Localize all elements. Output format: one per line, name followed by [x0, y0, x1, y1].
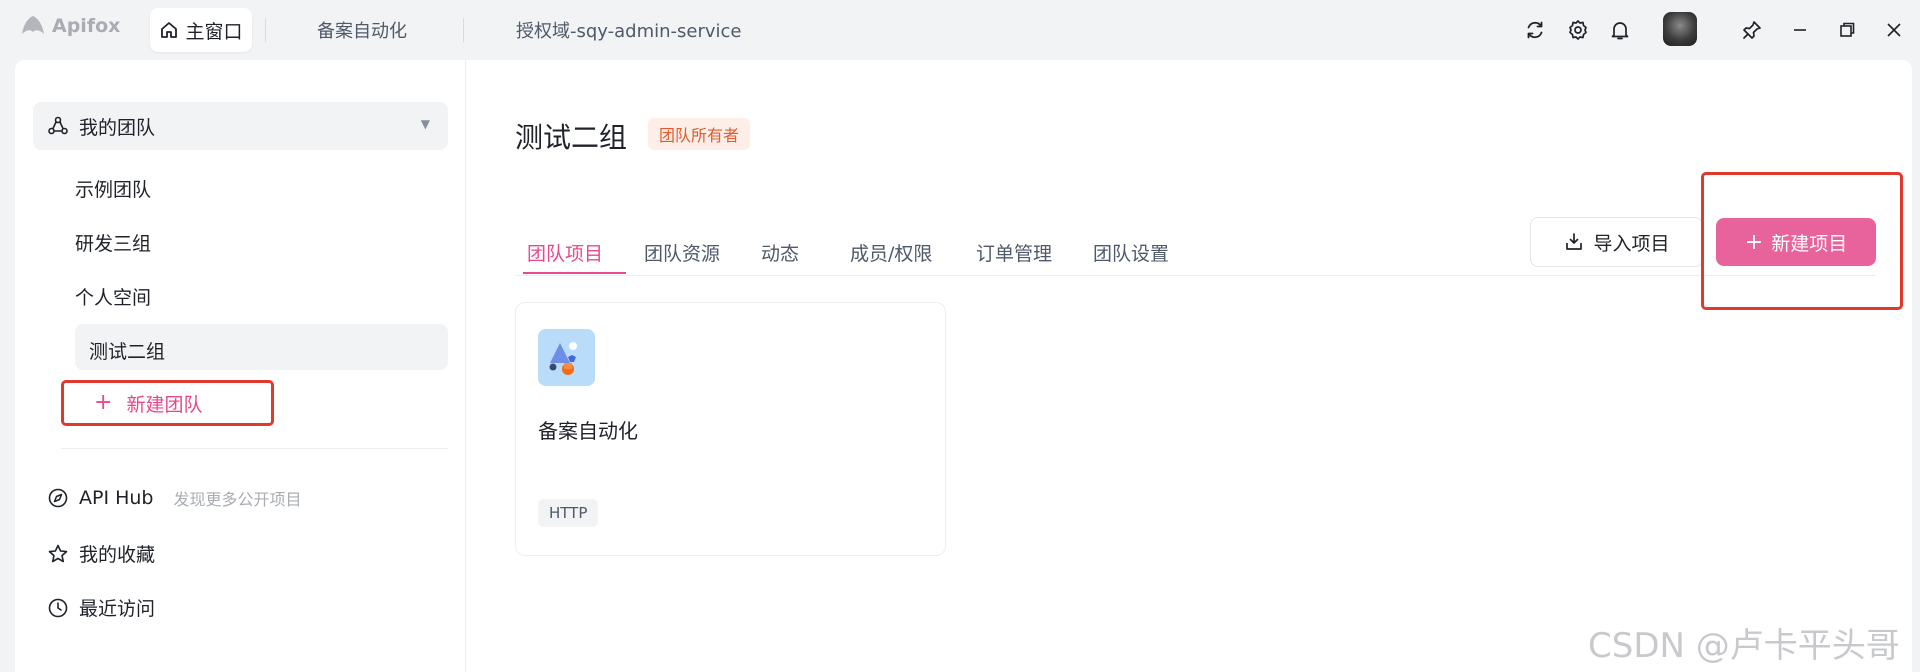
compass-icon: [48, 488, 68, 508]
apifox-logo-icon: [22, 16, 44, 34]
project-icon: [538, 329, 595, 386]
tab-project-2[interactable]: 授权域-sqy-admin-service: [516, 17, 742, 43]
star-icon: [48, 544, 68, 562]
tab-divider: [463, 18, 464, 42]
watermark: CSDN @卢卡平头哥: [1588, 626, 1900, 666]
new-team-button[interactable]: + 新建团队: [61, 380, 274, 426]
api-hub-hint: 发现更多公开项目: [173, 490, 302, 509]
page-title: 测试二组: [515, 121, 628, 154]
bell-icon[interactable]: [1606, 16, 1634, 44]
tab-team-resources[interactable]: 团队资源: [644, 239, 720, 287]
caret-down-icon: ▼: [420, 117, 430, 131]
pin-icon[interactable]: [1738, 16, 1766, 44]
clock-icon: [48, 598, 68, 617]
tab-activity[interactable]: 动态: [761, 239, 799, 287]
tab-members[interactable]: 成员/权限: [850, 239, 932, 287]
recent-label: 最近访问: [79, 598, 156, 620]
team-select-label: 我的团队: [79, 116, 156, 139]
tab-team-settings[interactable]: 团队设置: [1093, 239, 1169, 287]
title-bar: Apifox 主窗口 备案自动化 授权域-sqy-admin-service: [0, 0, 1920, 60]
tab-project-1[interactable]: 备案自动化: [317, 17, 407, 43]
new-team-label: 新建团队: [126, 393, 203, 416]
restore-icon[interactable]: [1833, 16, 1861, 44]
sidebar-link-recent[interactable]: 最近访问: [47, 594, 155, 621]
sidebar: 我的团队 ▼ 示例团队 研发三组 个人空间 测试二组 + 新建团队 API Hu…: [15, 60, 466, 672]
project-tag: HTTP: [538, 499, 599, 527]
project-name: 备案自动化: [538, 419, 638, 443]
main-window: 我的团队 ▼ 示例团队 研发三组 个人空间 测试二组 + 新建团队 API Hu…: [15, 60, 1912, 672]
minimize-icon[interactable]: [1786, 16, 1814, 44]
sidebar-item-team-active[interactable]: 测试二组: [89, 337, 165, 364]
app-name: Apifox: [52, 15, 121, 37]
sidebar-link-favorites[interactable]: 我的收藏: [47, 540, 155, 567]
tab-divider: [265, 18, 266, 42]
tab-team-projects[interactable]: 团队项目: [527, 239, 603, 287]
api-hub-label: API Hub: [79, 487, 154, 509]
tab-home[interactable]: 主窗口: [150, 8, 252, 52]
plus-icon: +: [94, 390, 113, 415]
new-project-label: 新建项目: [1771, 232, 1848, 255]
sidebar-item-team[interactable]: 个人空间: [75, 283, 151, 310]
import-project-button[interactable]: 导入项目: [1530, 217, 1703, 267]
refresh-icon[interactable]: [1521, 16, 1549, 44]
team-icon: [48, 116, 68, 135]
sidebar-item-team[interactable]: 研发三组: [75, 229, 151, 256]
owner-badge: 团队所有者: [648, 118, 751, 150]
favorites-label: 我的收藏: [79, 544, 156, 566]
plus-icon: +: [1744, 229, 1764, 255]
project-card[interactable]: 备案自动化 HTTP: [515, 302, 946, 556]
active-tab-underline: [523, 272, 626, 274]
gear-icon[interactable]: [1564, 16, 1592, 44]
sidebar-divider: [61, 448, 448, 449]
tab-orders[interactable]: 订单管理: [976, 239, 1052, 287]
home-icon: [161, 22, 178, 38]
sidebar-link-api-hub[interactable]: API Hub 发现更多公开项目: [47, 486, 302, 510]
import-icon: [1566, 233, 1583, 250]
app-logo: Apifox: [20, 14, 120, 38]
user-avatar[interactable]: [1663, 12, 1697, 46]
tab-home-label: 主窗口: [185, 20, 243, 43]
close-icon[interactable]: [1880, 16, 1908, 44]
new-project-button[interactable]: + 新建项目: [1716, 218, 1876, 266]
import-project-label: 导入项目: [1593, 232, 1670, 255]
team-select[interactable]: 我的团队 ▼: [33, 102, 448, 150]
sidebar-item-team[interactable]: 示例团队: [75, 175, 151, 202]
